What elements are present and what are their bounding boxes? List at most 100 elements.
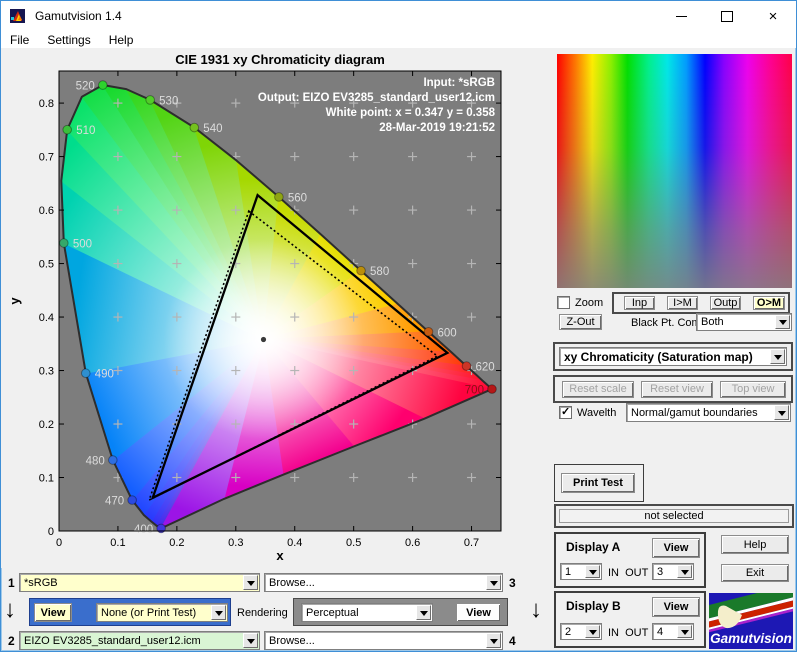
x-tick-label: 0.5 — [346, 537, 361, 549]
wavelength-marker-580 — [357, 266, 366, 275]
x-tick-label: 0.6 — [405, 537, 420, 549]
dropdown-arrow-icon[interactable] — [243, 633, 258, 648]
view-output-button[interactable]: View — [456, 603, 501, 622]
reset-scale-button[interactable]: Reset scale — [562, 381, 634, 398]
menu-settings[interactable]: Settings — [38, 33, 99, 47]
display-b-in-select[interactable]: 2 — [560, 623, 602, 640]
menu-file[interactable]: File — [1, 33, 38, 47]
exit-button[interactable]: Exit — [721, 564, 789, 582]
close-icon: × — [769, 9, 778, 24]
dropdown-arrow-icon[interactable] — [585, 625, 600, 638]
dropdown-arrow-icon[interactable] — [677, 625, 692, 638]
profile-panel: 1 *sRGB Browse... 3 ↓ View None (or Prin… — [1, 568, 547, 652]
dropdown-arrow-icon[interactable] — [486, 575, 501, 590]
wavelength-label: 470 — [105, 496, 124, 508]
x-tick-label: 0 — [56, 537, 62, 549]
maximize-icon — [721, 11, 733, 22]
dropdown-arrow-icon[interactable] — [770, 349, 785, 364]
y-axis-label: y — [7, 297, 22, 305]
close-button[interactable]: × — [750, 1, 796, 31]
display-a-inout-label: IN OUT — [608, 567, 648, 579]
window-title: Gamutvision 1.4 — [35, 9, 122, 23]
wavelength-label: 400 — [134, 524, 153, 536]
slot1-label: 1 — [8, 576, 15, 590]
browse-profile-3-select[interactable]: Browse... — [264, 573, 503, 592]
output-to-monitor-button[interactable]: O>M — [753, 296, 785, 310]
view-mode-select[interactable]: xy Chromaticity (Saturation map) — [559, 347, 787, 366]
display-b-inout-label: IN OUT — [608, 627, 648, 639]
inp-button[interactable]: Inp — [624, 296, 655, 310]
wavelength-label: 480 — [86, 456, 105, 468]
flow-arrow-right-icon: ↓ — [530, 598, 542, 622]
minimize-button[interactable] — [658, 1, 704, 31]
dropdown-arrow-icon[interactable] — [416, 605, 431, 620]
y-tick-label: 0.6 — [39, 205, 54, 217]
input-profile-select[interactable]: *sRGB — [19, 573, 260, 592]
chart-annotation: 28-Mar-2019 19:21:52 — [379, 122, 495, 134]
wavelength-checkbox-label: Wavelth — [577, 407, 616, 419]
display-b-title: Display B — [566, 599, 621, 613]
dropdown-arrow-icon[interactable] — [211, 605, 226, 620]
display-a-in-select[interactable]: 1 — [560, 563, 602, 580]
selection-status-frame: not selected — [554, 504, 794, 528]
wavelength-marker-600 — [424, 327, 433, 336]
print-test-select[interactable]: None (or Print Test) — [96, 603, 228, 622]
black-pt-comp-select[interactable]: Both — [696, 313, 792, 331]
wavelength-marker-520 — [98, 81, 107, 90]
display-b-view-button[interactable]: View — [652, 597, 700, 617]
chart-title: CIE 1931 xy Chromaticity diagram — [175, 52, 385, 67]
wavelength-marker-530 — [146, 96, 155, 105]
input-view-panel: View None (or Print Test) — [29, 598, 231, 626]
maximize-button[interactable] — [704, 1, 750, 31]
top-view-button[interactable]: Top view — [720, 381, 786, 398]
x-tick-label: 0.3 — [228, 537, 243, 549]
print-test-button[interactable]: Print Test — [561, 473, 635, 493]
y-tick-label: 0.3 — [39, 366, 54, 378]
boundaries-select[interactable]: Normal/gamut boundaries — [626, 403, 791, 422]
dropdown-arrow-icon[interactable] — [243, 575, 258, 590]
wavelength-marker-470 — [128, 496, 137, 505]
input-to-monitor-button[interactable]: I>M — [667, 296, 698, 310]
app-icon — [9, 8, 27, 24]
z-out-button[interactable]: Z-Out — [559, 314, 602, 330]
dropdown-arrow-icon[interactable] — [775, 315, 790, 329]
chromaticity-chart[interactable]: 4004704804905005105205305405605806006207… — [1, 48, 547, 568]
rendering-intent-select[interactable]: Perceptual — [301, 603, 433, 622]
display-a-out-select[interactable]: 3 — [652, 563, 694, 580]
logo-text: Gamutvision — [710, 631, 792, 646]
zoom-checkbox-label: Zoom — [575, 297, 603, 309]
outp-button[interactable]: Outp — [710, 296, 741, 310]
dropdown-arrow-icon[interactable] — [486, 633, 501, 648]
wavelength-label: 520 — [76, 81, 95, 93]
output-profile-select[interactable]: EIZO EV3285_standard_user12.icm — [19, 631, 260, 650]
help-button[interactable]: Help — [721, 535, 789, 554]
wavelength-label: 510 — [76, 125, 95, 137]
menu-help[interactable]: Help — [100, 33, 143, 47]
view-mode-frame: xy Chromaticity (Saturation map) — [553, 342, 793, 371]
zoom-checkbox[interactable] — [557, 296, 570, 309]
y-tick-label: 0.1 — [39, 473, 54, 485]
display-a-view-button[interactable]: View — [652, 538, 700, 558]
white-point-marker — [261, 337, 266, 342]
control-panel: Zoom Inp I>M Outp O>M Z-Out Black Pt. Co… — [547, 48, 797, 652]
display-b-group: Display B View 2 IN OUT 4 — [554, 591, 706, 648]
dropdown-arrow-icon[interactable] — [774, 405, 789, 420]
wavelength-marker-620 — [462, 362, 471, 371]
view-input-button[interactable]: View — [34, 603, 72, 622]
selection-status: not selected — [559, 509, 789, 523]
dropdown-arrow-icon[interactable] — [585, 565, 600, 578]
browse-profile-4-select[interactable]: Browse... — [264, 631, 503, 650]
wavelength-label: 700 — [465, 385, 484, 397]
wavelength-checkbox-row: Wavelth — [559, 406, 616, 419]
flow-arrow-left-icon: ↓ — [4, 598, 16, 622]
reset-view-button[interactable]: Reset view — [641, 381, 713, 398]
zoom-checkbox-row: Zoom — [557, 296, 603, 309]
display-b-out-select[interactable]: 4 — [652, 623, 694, 640]
wavelength-label: 600 — [438, 327, 457, 339]
gamutvision-logo: Gamutvision — [709, 593, 793, 649]
wavelength-checkbox[interactable] — [559, 406, 572, 419]
dropdown-arrow-icon[interactable] — [677, 565, 692, 578]
y-tick-label: 0.4 — [39, 312, 54, 324]
rendering-label: Rendering — [237, 607, 288, 619]
wavelength-marker-490 — [81, 369, 90, 378]
